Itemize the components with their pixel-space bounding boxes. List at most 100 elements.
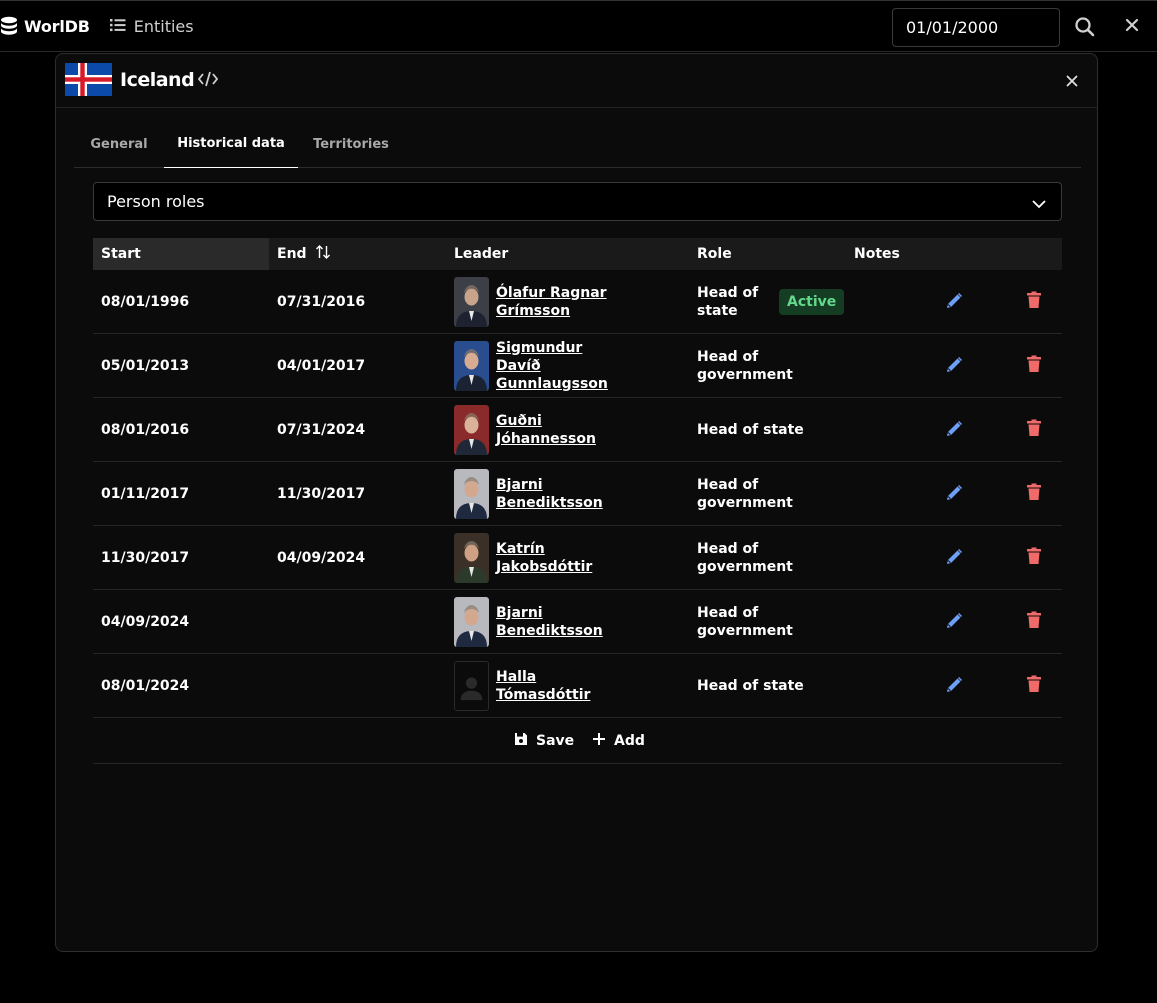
table-row: 11/30/2017 04/09/2024 Katrín Jakobsdótti… xyxy=(93,526,1062,590)
table-row: 08/01/2016 07/31/2024 Guðni Jóhannesson … xyxy=(93,398,1062,462)
row-start: 04/09/2024 xyxy=(101,613,190,630)
role-label: Head of state xyxy=(697,421,804,438)
trash-icon[interactable] xyxy=(1026,611,1042,633)
leader-avatar[interactable] xyxy=(454,276,489,327)
leader-link[interactable]: Bjarni Benediktsson xyxy=(496,476,626,512)
plus-icon xyxy=(592,732,606,750)
leader-link[interactable]: Guðni Jóhannesson xyxy=(496,412,626,448)
edit-icon[interactable] xyxy=(945,548,963,570)
edit-icon[interactable] xyxy=(945,676,963,698)
row-start: 08/01/2016 xyxy=(101,421,190,438)
edit-icon[interactable] xyxy=(945,356,963,378)
chevron-down-icon xyxy=(1031,195,1047,214)
status-badge: Active xyxy=(779,289,845,315)
trash-icon[interactable] xyxy=(1026,547,1042,569)
modal-close-icon[interactable] xyxy=(1066,72,1078,91)
add-button[interactable]: Add xyxy=(592,732,645,750)
data-type-select[interactable]: Person roles xyxy=(93,182,1062,221)
edit-icon[interactable] xyxy=(945,484,963,506)
top-bar: WorlDB Entities xyxy=(0,0,1157,52)
row-leader: Guðni Jóhannesson xyxy=(454,398,689,461)
trash-icon[interactable] xyxy=(1026,675,1042,697)
leader-avatar[interactable] xyxy=(454,404,489,455)
row-start: 11/30/2017 xyxy=(101,549,190,566)
edit-icon[interactable] xyxy=(945,612,963,634)
entity-modal: Iceland General Historical data Territor… xyxy=(55,53,1098,952)
role-label: Head of government xyxy=(697,540,793,575)
row-role: Head of state xyxy=(697,654,847,717)
save-button[interactable]: Save xyxy=(514,732,574,750)
col-role-label: Role xyxy=(697,246,732,262)
leader-link[interactable]: Halla Tómasdóttir xyxy=(496,668,626,704)
role-label: Head of government xyxy=(697,604,793,639)
row-role: Head of government xyxy=(697,590,847,653)
roles-table: Start End Leader Role Notes 08/01/1996 0… xyxy=(93,238,1062,764)
tab-general[interactable]: General xyxy=(74,120,164,168)
leader-avatar[interactable] xyxy=(454,468,489,519)
leader-avatar[interactable] xyxy=(454,596,489,647)
role-label: Head of government xyxy=(697,476,793,511)
leader-avatar[interactable] xyxy=(454,340,489,391)
table-row: 08/01/1996 07/31/2016 Ólafur Ragnar Grím… xyxy=(93,270,1062,334)
row-role: Head of government xyxy=(697,462,847,525)
close-icon[interactable] xyxy=(1124,17,1140,37)
trash-icon[interactable] xyxy=(1026,483,1042,505)
table-footer: Save Add xyxy=(93,718,1062,764)
col-start[interactable]: Start xyxy=(93,238,269,270)
nav-entities[interactable]: Entities xyxy=(109,17,194,36)
sort-icon xyxy=(315,244,331,264)
row-start: 08/01/2024 xyxy=(101,677,190,694)
row-role: Head of government xyxy=(697,526,847,589)
row-leader: Ólafur Ragnar Grímsson xyxy=(454,270,689,333)
table-row: 05/01/2013 04/01/2017 Sigmundur Davíð Gu… xyxy=(93,334,1062,398)
row-start: 08/01/1996 xyxy=(101,293,190,310)
row-end: 07/31/2024 xyxy=(277,421,366,438)
row-end: 07/31/2016 xyxy=(277,293,366,310)
row-leader: Bjarni Benediktsson xyxy=(454,590,689,653)
list-icon xyxy=(109,17,126,36)
role-label: Head of government xyxy=(697,348,793,383)
code-icon[interactable] xyxy=(197,70,219,92)
col-role[interactable]: Role xyxy=(689,238,846,270)
table-row: 04/09/2024 Bjarni Benediktsson Head of g… xyxy=(93,590,1062,654)
leader-link[interactable]: Bjarni Benediktsson xyxy=(496,604,626,640)
date-input[interactable] xyxy=(892,8,1060,47)
leader-avatar[interactable] xyxy=(454,660,489,711)
modal-header: Iceland xyxy=(56,54,1097,108)
leader-link[interactable]: Sigmundur Davíð Gunnlaugsson xyxy=(496,339,626,393)
brand-label: WorlDB xyxy=(24,16,90,36)
row-end: 11/30/2017 xyxy=(277,485,366,502)
row-end: 04/01/2017 xyxy=(277,357,366,374)
row-start: 05/01/2013 xyxy=(101,357,190,374)
search-icon[interactable] xyxy=(1074,16,1096,42)
row-leader: Katrín Jakobsdóttir xyxy=(454,526,689,589)
row-leader: Bjarni Benediktsson xyxy=(454,462,689,525)
modal-title: Iceland xyxy=(120,69,195,91)
tab-territories[interactable]: Territories xyxy=(298,120,404,168)
trash-icon[interactable] xyxy=(1026,355,1042,377)
role-label: Head of state xyxy=(697,284,759,319)
tab-historical-data[interactable]: Historical data xyxy=(164,120,298,168)
edit-icon[interactable] xyxy=(945,420,963,442)
col-leader[interactable]: Leader xyxy=(446,238,689,270)
col-notes[interactable]: Notes xyxy=(846,238,1062,270)
trash-icon[interactable] xyxy=(1026,419,1042,441)
row-leader: Sigmundur Davíð Gunnlaugsson xyxy=(454,334,689,397)
brand[interactable]: WorlDB xyxy=(0,16,90,36)
tab-bar: General Historical data Territories xyxy=(74,120,1081,168)
row-role: Head of state xyxy=(697,398,847,461)
row-start: 01/11/2017 xyxy=(101,485,190,502)
leader-link[interactable]: Katrín Jakobsdóttir xyxy=(496,540,626,576)
iceland-flag-icon xyxy=(65,63,112,96)
col-leader-label: Leader xyxy=(454,246,509,262)
save-label: Save xyxy=(536,733,575,749)
leader-link[interactable]: Ólafur Ragnar Grímsson xyxy=(496,284,626,320)
col-end[interactable]: End xyxy=(269,238,446,270)
col-notes-label: Notes xyxy=(854,246,900,262)
database-icon xyxy=(0,16,18,36)
edit-icon[interactable] xyxy=(945,292,963,314)
leader-avatar[interactable] xyxy=(454,532,489,583)
trash-icon[interactable] xyxy=(1026,291,1042,313)
table-row: 08/01/2024 Halla Tómasdóttir Head of sta… xyxy=(93,654,1062,718)
select-value: Person roles xyxy=(107,192,205,211)
